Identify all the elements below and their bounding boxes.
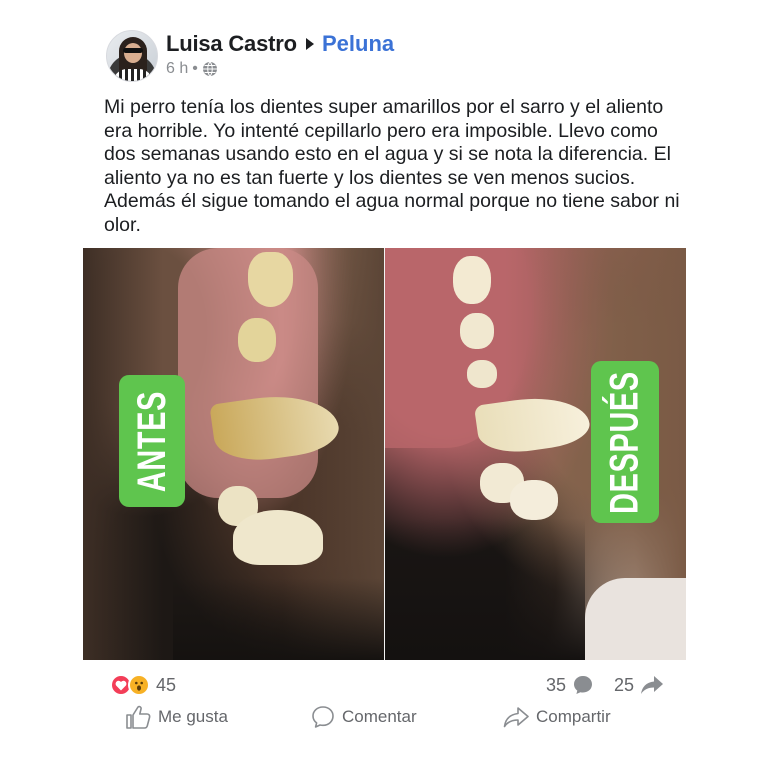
before-label: ANTES xyxy=(119,375,185,507)
reactions-summary[interactable]: 45 xyxy=(110,674,176,696)
engagement-counts: 35 25 xyxy=(546,674,664,696)
like-thumb-icon xyxy=(126,705,151,729)
comment-button[interactable]: Comentar xyxy=(310,704,417,730)
globe-icon[interactable] xyxy=(202,61,218,77)
group-name[interactable]: Peluna xyxy=(322,31,394,57)
after-label: DESPUÉS xyxy=(591,361,659,523)
after-label-text: DESPUÉS xyxy=(602,370,647,514)
photo-divider xyxy=(384,248,385,660)
comments-count[interactable]: 35 xyxy=(546,675,566,696)
author-name[interactable]: Luisa Castro xyxy=(166,31,297,57)
post-time[interactable]: 6 h xyxy=(166,60,188,78)
post-meta: 6 h • xyxy=(166,60,218,78)
reactions-count: 45 xyxy=(156,674,177,695)
comment-bubble-icon xyxy=(573,676,592,694)
shares-count[interactable]: 25 xyxy=(614,675,634,696)
before-label-text: ANTES xyxy=(129,390,174,492)
wow-reaction-icon xyxy=(128,674,150,696)
group-arrow-icon xyxy=(306,38,314,50)
share-button[interactable]: Compartir xyxy=(502,704,611,730)
post-actions: Me gusta Comentar Compartir xyxy=(122,704,642,734)
meta-separator: • xyxy=(192,60,198,77)
share-arrow-icon xyxy=(641,676,663,694)
like-label: Me gusta xyxy=(158,707,228,726)
comment-label: Comentar xyxy=(342,707,417,726)
post-photo[interactable]: ANTES DESPUÉS xyxy=(83,248,686,660)
post-card: Luisa Castro Peluna 6 h • Mi perro tenía… xyxy=(0,0,768,768)
post-body-text: Mi perro tenía los dientes super amarill… xyxy=(104,96,680,236)
like-button[interactable]: Me gusta xyxy=(124,704,228,730)
author-avatar[interactable] xyxy=(106,30,158,82)
comment-icon xyxy=(312,706,334,728)
share-icon xyxy=(503,707,529,728)
share-label: Compartir xyxy=(536,707,611,726)
